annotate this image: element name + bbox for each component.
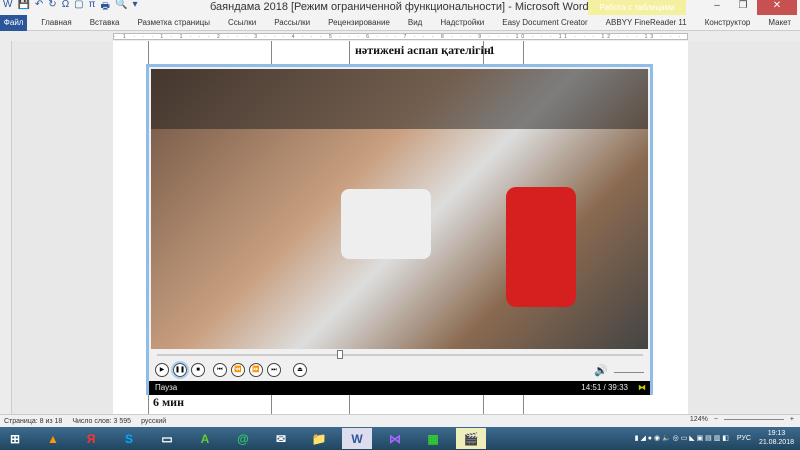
media-player: ▶ ❚❚ ■ ⏮ ⏪ ⏩ ⏭ ⏏ 🔊 Пауза 14:51 / 39:33 ⧓ bbox=[146, 64, 653, 395]
tab-addins[interactable]: Надстройки bbox=[431, 18, 493, 27]
new-doc-icon[interactable]: ▢ bbox=[74, 0, 83, 16]
ruler-scale: · 1 · · · 1 · 1 · · · 2 · · · 3 · · · 4 … bbox=[113, 33, 688, 40]
tab-abbyy[interactable]: ABBYY FineReader 11 bbox=[597, 18, 696, 27]
computer-icon[interactable]: ▭ bbox=[152, 428, 182, 449]
zoom-level[interactable]: 124% bbox=[690, 416, 708, 423]
playback-time: 14:51 / 39:33 bbox=[581, 383, 628, 392]
app-a-icon[interactable]: A bbox=[190, 428, 220, 449]
equation-icon[interactable]: π bbox=[89, 0, 96, 16]
page-count[interactable]: Страница: 8 из 18 bbox=[4, 418, 62, 425]
mail-icon[interactable]: ✉ bbox=[266, 428, 296, 449]
table-cell-number: 1 bbox=[489, 43, 495, 57]
rewind-button[interactable]: ⏪ bbox=[231, 363, 245, 377]
tab-references[interactable]: Ссылки bbox=[219, 18, 265, 27]
volume-slider[interactable] bbox=[614, 372, 644, 373]
video-app-icon[interactable]: ▦ bbox=[418, 428, 448, 449]
print-icon[interactable]: 🖶 bbox=[101, 0, 110, 16]
tab-home[interactable]: Главная bbox=[32, 18, 80, 27]
previous-button[interactable]: ⏮ bbox=[213, 363, 227, 377]
play-button[interactable]: ▶ bbox=[155, 363, 169, 377]
tab-design[interactable]: Конструктор bbox=[696, 18, 760, 27]
status-text: Пауза bbox=[155, 383, 178, 392]
player-status-bar: Пауза 14:51 / 39:33 ⧓ bbox=[149, 381, 650, 395]
tab-insert[interactable]: Вставка bbox=[81, 18, 129, 27]
table-cell-duration: 6 мин bbox=[153, 395, 185, 409]
word-count[interactable]: Число слов: 3 595 bbox=[72, 418, 131, 425]
clock-time: 19:13 bbox=[767, 430, 786, 437]
video-frame[interactable] bbox=[151, 69, 648, 349]
language[interactable]: русский bbox=[141, 418, 166, 425]
clock-date: 21.08.2018 bbox=[758, 439, 794, 446]
video-scene-background bbox=[151, 69, 648, 129]
fullscreen-icon[interactable]: ⧓ bbox=[638, 381, 646, 395]
forward-button[interactable]: ⏩ bbox=[249, 363, 263, 377]
tab-mailings[interactable]: Рассылки bbox=[265, 18, 319, 27]
tab-page-layout[interactable]: Разметка страницы bbox=[128, 18, 219, 27]
mail-agent-icon[interactable]: @ bbox=[228, 428, 258, 449]
aimp-icon[interactable]: ▲ bbox=[38, 428, 68, 449]
seek-bar[interactable] bbox=[157, 354, 643, 356]
tray-icons[interactable]: ▮ ◢ ● ◉ 🔈 ◎ ▭ ◣ ▣ ▤ ▥ ◧ bbox=[635, 434, 729, 442]
start-button[interactable]: ⊞ bbox=[0, 428, 30, 449]
system-tray: ▮ ◢ ● ◉ 🔈 ◎ ▭ ◣ ▣ ▤ ▥ ◧ РУС 19:13 21.08.… bbox=[635, 429, 794, 447]
stop-button[interactable]: ■ bbox=[191, 363, 205, 377]
status-bar: Страница: 8 из 18 Число слов: 3 595 русс… bbox=[0, 414, 800, 427]
window-title: баяндама 2018 [Режим ограниченной функци… bbox=[210, 1, 589, 13]
title-bar: W 💾 ↶ ↻ Ω ▢ π 🖶 🔍 ▾ баяндама 2018 [Режим… bbox=[0, 0, 800, 29]
pause-button[interactable]: ❚❚ bbox=[171, 361, 189, 379]
yandex-icon[interactable]: Я bbox=[76, 428, 106, 449]
close-button[interactable]: ✕ bbox=[757, 0, 797, 15]
redo-icon[interactable]: ↻ bbox=[48, 0, 56, 16]
zoom-slider[interactable] bbox=[723, 419, 784, 420]
zoom-in-button[interactable]: + bbox=[790, 416, 794, 423]
next-button[interactable]: ⏭ bbox=[267, 363, 281, 377]
video-scene-object bbox=[506, 187, 576, 307]
symbol-icon[interactable]: Ω bbox=[62, 0, 69, 16]
preview-icon[interactable]: 🔍 bbox=[115, 0, 127, 16]
zoom-out-button[interactable]: − bbox=[714, 416, 718, 423]
taskbar: ⊞ ▲ Я S ▭ A @ ✉ 📁 W ⋈ ▦ 🎬 ▮ ◢ ● ◉ 🔈 ◎ ▭ … bbox=[0, 427, 800, 450]
undo-icon[interactable]: ↶ bbox=[35, 0, 43, 16]
ribbon-tabs: Файл Главная Вставка Разметка страницы С… bbox=[0, 14, 800, 31]
media-player-classic-icon[interactable]: 🎬 bbox=[456, 428, 486, 449]
zoom-controls: 124% − + bbox=[690, 416, 794, 423]
open-button[interactable]: ⏏ bbox=[293, 363, 307, 377]
tab-easy-document-creator[interactable]: Easy Document Creator bbox=[493, 18, 596, 27]
player-controls: ▶ ❚❚ ■ ⏮ ⏪ ⏩ ⏭ ⏏ bbox=[155, 361, 307, 379]
minimize-button[interactable]: – bbox=[704, 0, 730, 15]
restore-button[interactable]: ❐ bbox=[730, 0, 756, 15]
horizontal-ruler[interactable]: · 1 · · · 1 · 1 · · · 2 · · · 3 · · · 4 … bbox=[0, 31, 800, 41]
volume-icon[interactable]: 🔊 bbox=[594, 364, 608, 377]
tab-view[interactable]: Вид bbox=[399, 18, 431, 27]
table-cell-text: нәтижені аспап қателігін bbox=[355, 43, 491, 57]
input-language[interactable]: РУС bbox=[737, 435, 751, 442]
tab-layout[interactable]: Макет bbox=[759, 18, 800, 27]
seek-thumb[interactable] bbox=[336, 350, 343, 359]
video-scene-object bbox=[341, 189, 431, 259]
word-taskbar-icon[interactable]: W bbox=[342, 428, 372, 449]
skype-icon[interactable]: S bbox=[114, 428, 144, 449]
customize-icon[interactable]: ▾ bbox=[132, 0, 137, 16]
context-tab-label: Работа с таблицами bbox=[599, 3, 675, 12]
tab-review[interactable]: Рецензирование bbox=[319, 18, 399, 27]
vertical-ruler[interactable] bbox=[0, 41, 12, 414]
tab-file[interactable]: Файл bbox=[0, 14, 28, 31]
explorer-icon[interactable]: 📁 bbox=[304, 428, 334, 449]
clock[interactable]: 19:13 21.08.2018 bbox=[759, 429, 794, 447]
visual-studio-icon[interactable]: ⋈ bbox=[380, 428, 410, 449]
